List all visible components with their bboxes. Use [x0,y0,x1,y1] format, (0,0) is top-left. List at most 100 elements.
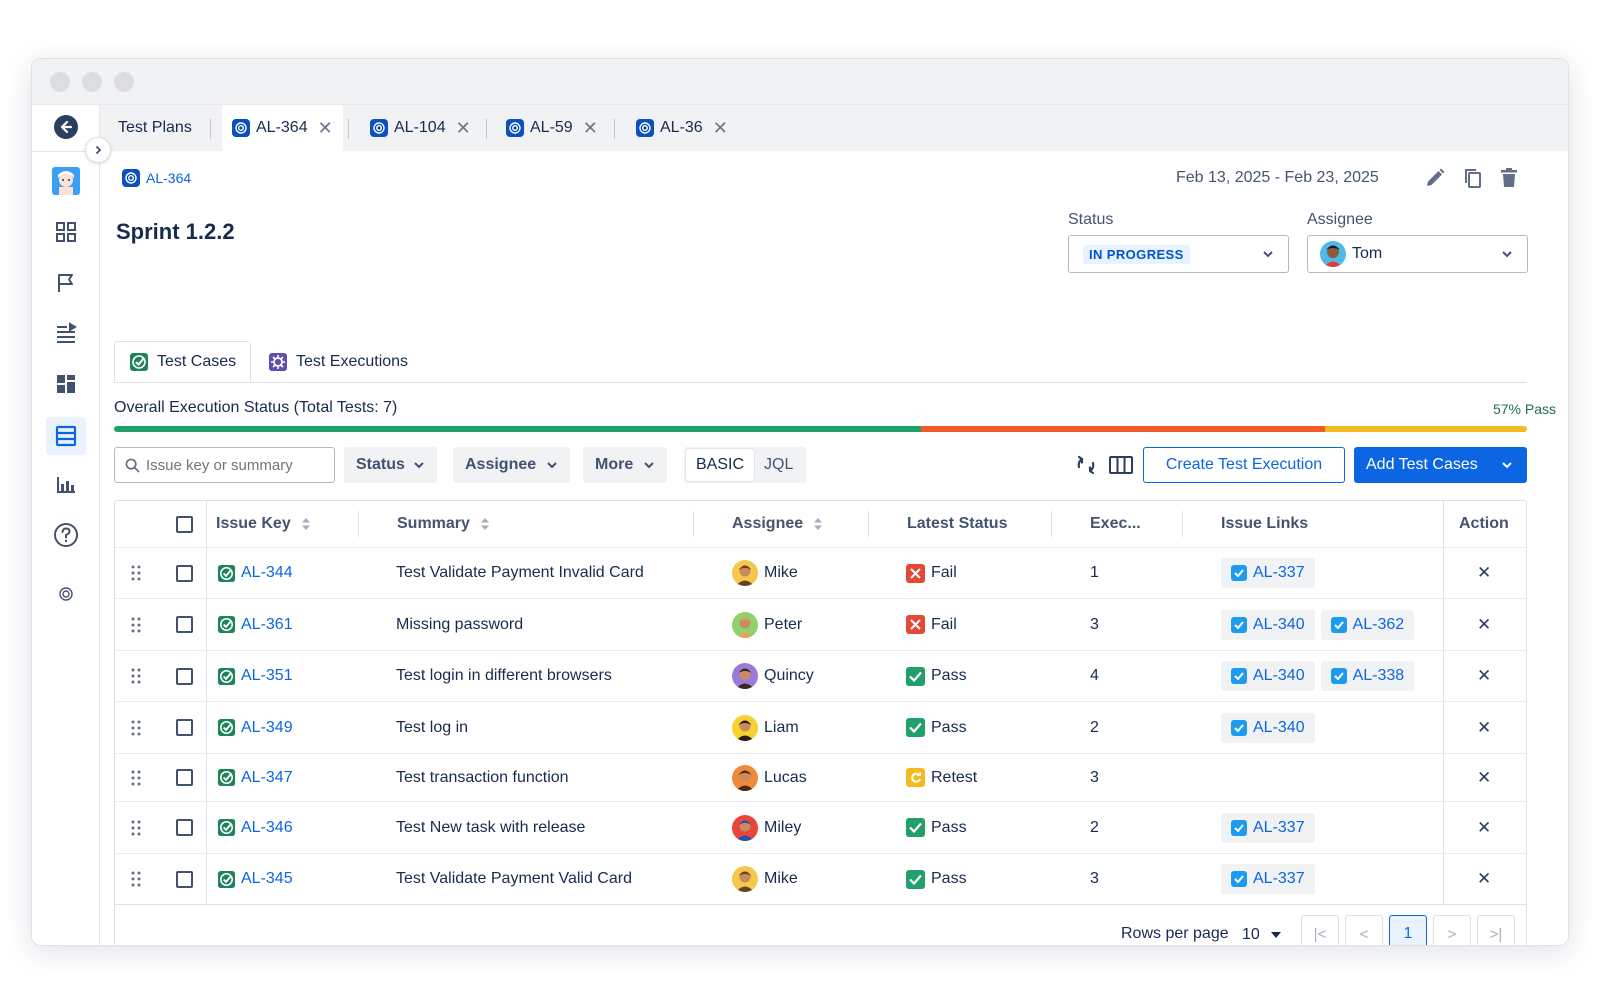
search-field[interactable] [114,447,335,483]
tab-al-104[interactable]: AL-104 ✕ [362,105,479,151]
issue-key-link[interactable]: AL-351 [241,667,293,685]
user-avatar-icon[interactable] [52,167,80,195]
drag-handle-icon[interactable] [131,548,141,598]
drag-handle-icon[interactable] [131,754,141,801]
app-logo-icon[interactable] [52,580,80,608]
drag-handle-icon[interactable] [131,702,141,753]
issue-link-chip[interactable]: AL-340 [1221,712,1315,743]
create-test-execution-button[interactable]: Create Test Execution [1143,447,1345,483]
list-icon[interactable] [52,319,80,347]
grid-icon[interactable] [52,218,80,246]
issue-key-cell: AL-345 [217,854,293,904]
tab-test-executions[interactable]: Test Executions [254,341,422,383]
search-input[interactable] [146,456,326,474]
add-test-cases-button[interactable]: Add Test Cases [1354,447,1527,483]
jql-mode-button[interactable]: JQL [754,449,803,481]
drag-handle-icon[interactable] [131,802,141,853]
row-checkbox[interactable] [176,599,193,650]
close-icon[interactable]: ✕ [583,118,598,139]
sidebar-expand-button[interactable] [85,137,111,163]
issue-link-chip[interactable]: AL-338 [1320,661,1415,691]
edit-icon[interactable] [1424,167,1446,194]
tab-al-36[interactable]: AL-36 ✕ [628,105,736,151]
table-row[interactable]: AL-346 Test New task with release Miley … [115,801,1526,853]
remove-row-icon[interactable]: ✕ [1477,854,1491,904]
basic-mode-button[interactable]: BASIC [686,449,755,481]
column-header-summary[interactable]: Summary [397,501,490,547]
row-checkbox[interactable] [176,702,193,753]
refresh-icon[interactable] [1074,453,1098,482]
table-row[interactable]: AL-349 Test log in Liam Pass 2 AL-340 ✕ [115,701,1526,753]
issue-key-link[interactable]: AL-361 [241,616,293,634]
status-select[interactable]: IN PROGRESS [1068,235,1289,273]
issue-key-link[interactable]: AL-347 [241,769,293,787]
remove-row-icon[interactable]: ✕ [1477,702,1491,753]
issue-link-chip[interactable]: AL-337 [1221,864,1315,894]
drag-handle-icon[interactable] [131,651,141,701]
close-icon[interactable]: ✕ [713,118,728,139]
remove-row-icon[interactable]: ✕ [1477,802,1491,853]
table-row[interactable]: AL-345 Test Validate Payment Valid Card … [115,853,1526,904]
issue-link-chip[interactable]: AL-362 [1320,609,1415,640]
table-row[interactable]: AL-351 Test login in different browsers … [115,650,1526,701]
window-close-dot[interactable] [50,72,70,92]
issue-key-link[interactable]: AL-345 [241,870,293,888]
drag-handle-icon[interactable] [131,854,141,904]
copy-icon[interactable] [1462,167,1484,194]
table-row[interactable]: AL-344 Test Validate Payment Invalid Car… [115,547,1526,598]
row-checkbox[interactable] [176,802,193,853]
remove-row-icon[interactable]: ✕ [1477,651,1491,701]
row-checkbox[interactable] [176,754,193,801]
assignee-filter-button[interactable]: Assignee [453,447,571,483]
issue-link-chip[interactable]: AL-337 [1221,812,1315,843]
flag-icon[interactable] [52,269,80,297]
tab-test-cases[interactable]: Test Cases [114,341,252,383]
test-plans-icon[interactable] [46,417,86,455]
issue-link-chip[interactable]: AL-340 [1221,609,1315,640]
back-icon[interactable] [52,113,80,141]
reports-icon[interactable] [52,471,80,499]
assignee-select[interactable]: Tom [1307,235,1528,273]
page-button[interactable]: 1 [1389,915,1427,945]
remove-row-icon[interactable]: ✕ [1477,754,1491,801]
remove-row-icon[interactable]: ✕ [1477,548,1491,598]
table-row[interactable]: AL-347 Test transaction function Lucas R… [115,753,1526,801]
columns-icon[interactable] [1108,453,1134,482]
table-row[interactable]: AL-361 Missing password Peter Fail 3 AL-… [115,598,1526,650]
delete-icon[interactable] [1498,167,1520,194]
tab-test-plans[interactable]: Test Plans [114,105,196,151]
drag-handle-icon[interactable] [131,599,141,650]
more-filter-button[interactable]: More [583,447,668,483]
rows-per-page-select[interactable]: 10 [1242,921,1282,945]
next-page-button[interactable]: > [1433,915,1471,945]
previous-page-button[interactable]: < [1345,915,1383,945]
remove-row-icon[interactable]: ✕ [1477,599,1491,650]
column-header-issue-key[interactable]: Issue Key [216,501,311,547]
close-icon[interactable]: ✕ [456,118,471,139]
issue-link-chip[interactable]: AL-337 [1221,558,1315,588]
breadcrumb-link[interactable]: AL-364 [146,170,191,186]
column-header-assignee[interactable]: Assignee [732,501,823,547]
issue-link-chip[interactable]: AL-340 [1221,661,1315,691]
issue-key-link[interactable]: AL-349 [241,719,293,737]
window-minimize-dot[interactable] [82,72,102,92]
close-icon[interactable]: ✕ [318,118,333,139]
last-page-button[interactable]: >| [1477,915,1515,945]
row-checkbox[interactable] [176,854,193,904]
select-all-checkbox[interactable] [176,501,193,547]
column-header-latest-status[interactable]: Latest Status [907,501,1007,547]
row-checkbox[interactable] [176,651,193,701]
tab-al-59[interactable]: AL-59 ✕ [498,105,606,151]
issue-key-link[interactable]: AL-344 [241,564,293,582]
column-header-executions[interactable]: Exec... [1090,501,1141,547]
tab-al-364[interactable]: AL-364 ✕ [222,105,343,151]
column-header-issue-links[interactable]: Issue Links [1221,501,1308,547]
row-checkbox[interactable] [176,548,193,598]
issue-key-link[interactable]: AL-346 [241,819,293,837]
breadcrumb[interactable]: AL-364 [122,169,191,187]
dashboard-icon[interactable] [52,370,80,398]
window-maximize-dot[interactable] [114,72,134,92]
help-icon[interactable] [52,521,80,549]
first-page-button[interactable]: |< [1301,915,1339,945]
status-filter-button[interactable]: Status [344,447,437,483]
